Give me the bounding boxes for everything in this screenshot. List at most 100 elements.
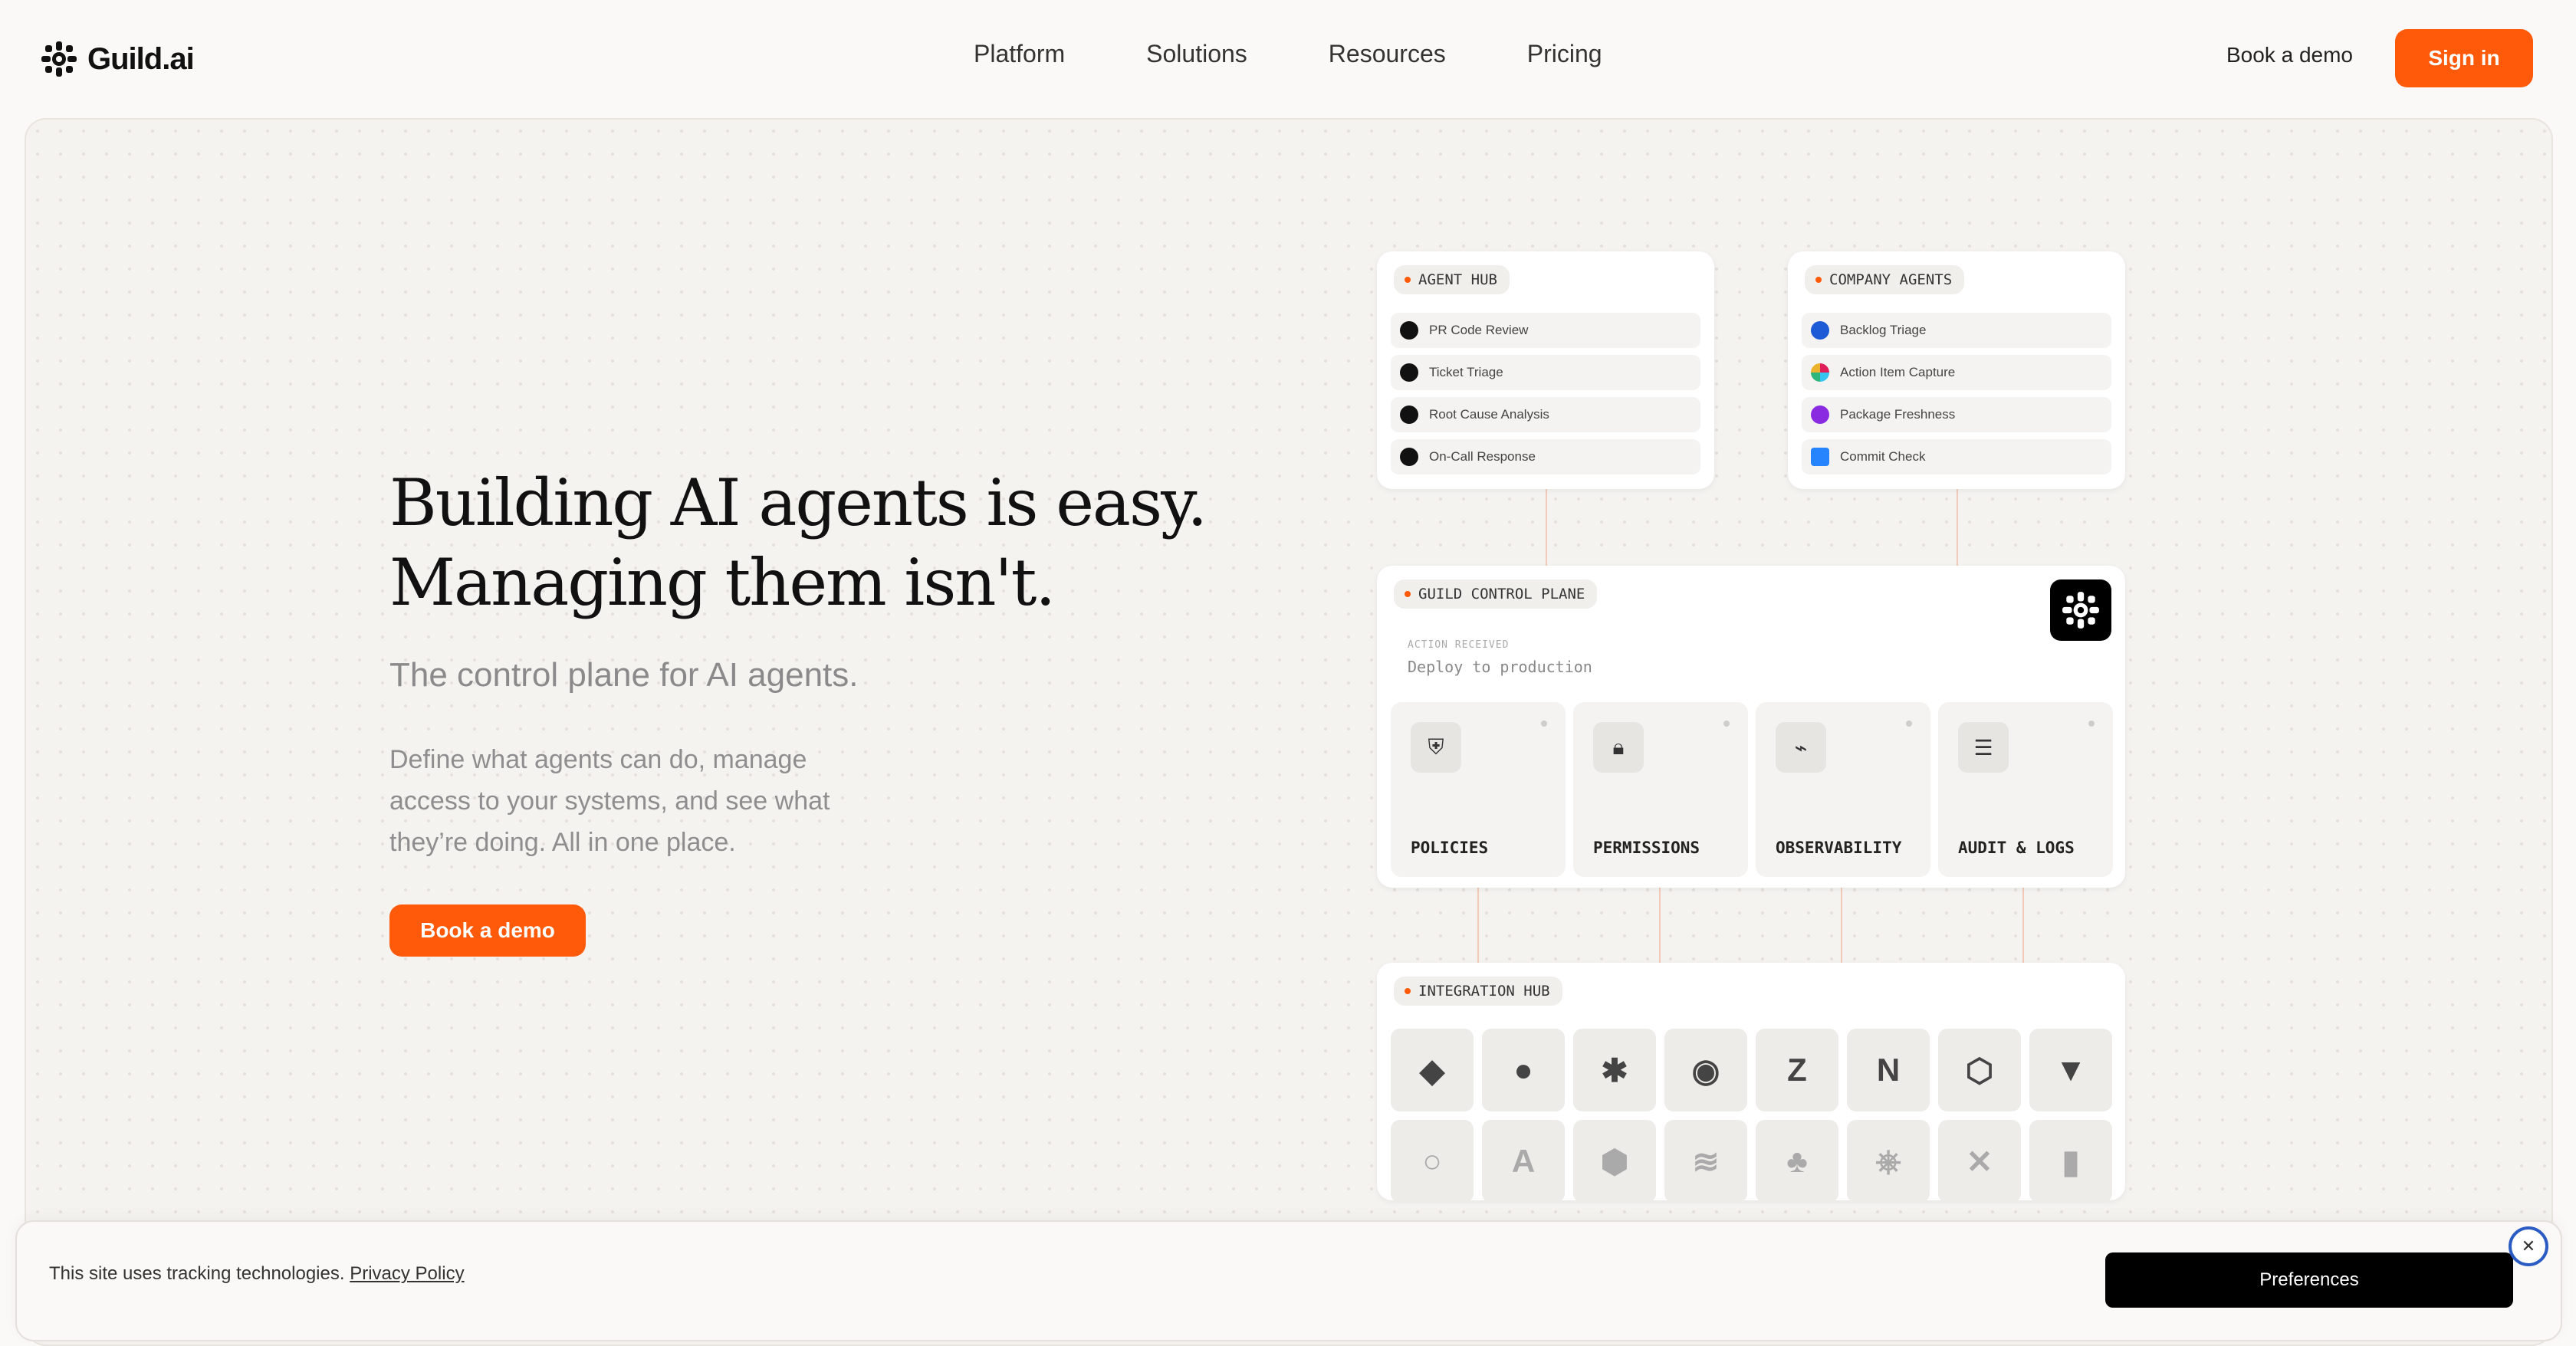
hero-book-demo-button[interactable]: Book a demo [389, 904, 586, 957]
action-received-label: ACTION RECEIVED [1408, 639, 1510, 651]
list-item[interactable]: PR Code Review [1391, 313, 1700, 348]
kubernetes-icon[interactable]: ⎈ [1847, 1120, 1930, 1203]
hero-headline: Building AI agents is easy. Managing the… [389, 463, 1233, 622]
jira-icon [1811, 321, 1829, 340]
connector [1841, 886, 1842, 963]
list-item-label: PR Code Review [1429, 323, 1529, 337]
codepipeline-icon[interactable]: ⬢ [1573, 1120, 1656, 1203]
tile-observability[interactable]: ⌁ OBSERVABILITY [1756, 702, 1930, 877]
status-dot-icon [1723, 721, 1730, 727]
list-item-label: Root Cause Analysis [1429, 407, 1549, 422]
agent-hub-tag: AGENT HUB [1394, 265, 1510, 294]
control-plane-tag: GUILD CONTROL PLANE [1394, 579, 1598, 609]
list-item-label: Backlog Triage [1840, 323, 1927, 337]
list-item[interactable]: Action Item Capture [1802, 355, 2111, 390]
status-dot-icon [2088, 721, 2095, 727]
close-icon[interactable]: ✕ [2509, 1226, 2548, 1266]
jira-icon[interactable]: ◆ [1391, 1029, 1474, 1111]
status-dot-icon [1405, 591, 1411, 597]
cookie-text: This site uses tracking technologies. Pr… [49, 1263, 465, 1285]
preferences-button[interactable]: Preferences [2105, 1252, 2513, 1308]
agent-hub-card: AGENT HUB PR Code Review Ticket Triage R… [1377, 251, 1714, 489]
activity-icon: ⌁ [1776, 722, 1826, 773]
list-item[interactable]: Ticket Triage [1391, 355, 1700, 390]
list-item[interactable]: Commit Check [1802, 439, 2111, 474]
docker-icon[interactable]: ≋ [1664, 1120, 1747, 1203]
connector [1477, 886, 1479, 963]
control-plane-title: GUILD CONTROL PLANE [1418, 586, 1585, 602]
vercel-icon[interactable]: A [1482, 1120, 1565, 1203]
top-nav: Guild.ai Platform Solutions Resources Pr… [0, 0, 2576, 118]
menu-solutions[interactable]: Solutions [1146, 40, 1247, 68]
headline-line-2: Managing them isn't. [389, 545, 1056, 620]
menu-platform[interactable]: Platform [974, 40, 1065, 68]
status-dot-icon [1815, 277, 1822, 283]
connector [1659, 886, 1661, 963]
github-icon[interactable]: ◉ [1664, 1029, 1747, 1111]
agent-hub-title: AGENT HUB [1418, 271, 1497, 288]
status-dot-icon [1541, 721, 1547, 727]
list-item-label: Action Item Capture [1840, 365, 1956, 379]
connector [2022, 886, 2024, 963]
cypress-icon[interactable]: ○ [1391, 1120, 1474, 1203]
tile-label: PERMISSIONS [1593, 839, 1700, 857]
list-item[interactable]: On-Call Response [1391, 439, 1700, 474]
tile-label: AUDIT & LOGS [1958, 839, 2075, 857]
tile-label: POLICIES [1411, 839, 1489, 857]
company-agents-tag: COMPANY AGENTS [1805, 265, 1965, 294]
control-plane-card: GUILD CONTROL PLANE ACTION RECEIVED Depl… [1377, 566, 2125, 888]
tile-permissions[interactable]: 🔒︎ PERMISSIONS [1573, 702, 1748, 877]
azure-devops-icon[interactable]: ⬡ [1938, 1029, 2021, 1111]
list-check-icon: ☰ [1958, 722, 2009, 773]
hero-description: Define what agents can do, manage access… [389, 745, 830, 857]
status-dot-icon [1405, 988, 1411, 994]
agent-avatar-icon [1400, 363, 1418, 382]
zendesk-icon[interactable]: Z [1756, 1029, 1838, 1111]
integration-grid: ◆ ● ✱ ◉ Z N ⬡ ▼ ○ A ⬢ ≋ ♣ ⎈ ✕ ▮ [1391, 1029, 2112, 1203]
bitbucket-icon [1811, 448, 1829, 466]
list-item[interactable]: Package Freshness [1802, 397, 2111, 432]
company-agents-title: COMPANY AGENTS [1829, 271, 1953, 288]
list-item-label: Commit Check [1840, 449, 1926, 464]
privacy-policy-link[interactable]: Privacy Policy [350, 1263, 464, 1284]
guild-logo-icon [2050, 579, 2111, 641]
menu-pricing[interactable]: Pricing [1527, 40, 1602, 68]
integration-hub-card: INTEGRATION HUB ◆ ● ✱ ◉ Z N ⬡ ▼ ○ A ⬢ ≋ … [1377, 963, 2125, 1203]
linear-icon[interactable]: ● [1482, 1029, 1565, 1111]
integration-hub-tag: INTEGRATION HUB [1394, 977, 1562, 1006]
shield-icon: ⛨ [1411, 722, 1461, 773]
list-item-label: On-Call Response [1429, 449, 1536, 464]
doc-icon[interactable]: ▮ [2029, 1120, 2112, 1203]
agent-hub-list: PR Code Review Ticket Triage Root Cause … [1391, 313, 1700, 481]
sign-in-button[interactable]: Sign in [2395, 29, 2533, 87]
cookie-banner: This site uses tracking technologies. Pr… [15, 1220, 2562, 1341]
menu-resources[interactable]: Resources [1329, 40, 1446, 68]
guild-logo-icon [41, 41, 77, 77]
logo[interactable]: Guild.ai [40, 40, 195, 78]
confluence-icon[interactable]: ✕ [1938, 1120, 2021, 1203]
headline-line-1: Building AI agents is easy. [389, 465, 1208, 540]
main-menu: Platform Solutions Resources Pricing [974, 40, 1602, 68]
slack-icon[interactable]: ✱ [1573, 1029, 1656, 1111]
agent-avatar-icon [1400, 321, 1418, 340]
hero-subtitle: The control plane for AI agents. [389, 656, 859, 694]
status-dot-icon [1906, 721, 1912, 727]
action-received-value: Deploy to production [1408, 658, 1592, 676]
tile-label: OBSERVABILITY [1776, 839, 1902, 857]
list-item-label: Package Freshness [1840, 407, 1956, 422]
book-demo-link[interactable]: Book a demo [2226, 43, 2353, 67]
tile-audit-logs[interactable]: ☰ AUDIT & LOGS [1938, 702, 2113, 877]
tile-policies[interactable]: ⛨ POLICIES [1391, 702, 1566, 877]
notion-icon[interactable]: N [1847, 1029, 1930, 1111]
bitbucket-icon[interactable]: ▼ [2029, 1029, 2112, 1111]
lock-icon: 🔒︎ [1593, 722, 1644, 773]
connector [1957, 488, 1958, 567]
slack-icon [1811, 363, 1829, 382]
status-dot-icon [1405, 277, 1411, 283]
list-item[interactable]: Root Cause Analysis [1391, 397, 1700, 432]
list-item[interactable]: Backlog Triage [1802, 313, 2111, 348]
connector [1546, 488, 1547, 567]
figma-icon[interactable]: ♣ [1756, 1120, 1838, 1203]
list-item-label: Ticket Triage [1429, 365, 1503, 379]
hero-section: Building AI agents is easy. Managing the… [25, 118, 2553, 1346]
